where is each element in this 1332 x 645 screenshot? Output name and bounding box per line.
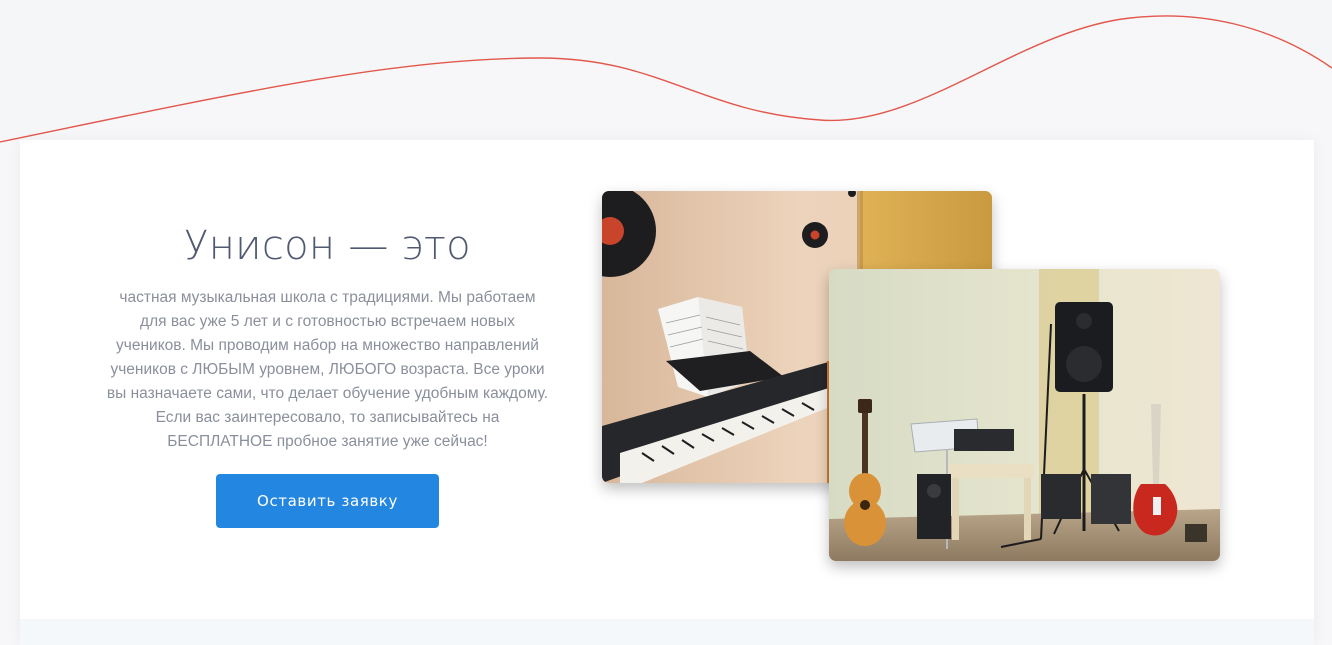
about-description: частная музыкальная школа с традициями. … [106,289,549,450]
about-title: Унисон — это [184,223,471,269]
submit-application-button[interactable]: Оставить заявку [216,474,439,528]
hero-wave-decoration [0,0,1332,143]
about-section: Унисон — это частная музыкальная школа с… [20,140,1314,645]
photo-stage-room [829,269,1220,561]
next-section-strip [20,619,1314,645]
about-text-column: Унисон — это частная музыкальная школа с… [105,220,550,528]
